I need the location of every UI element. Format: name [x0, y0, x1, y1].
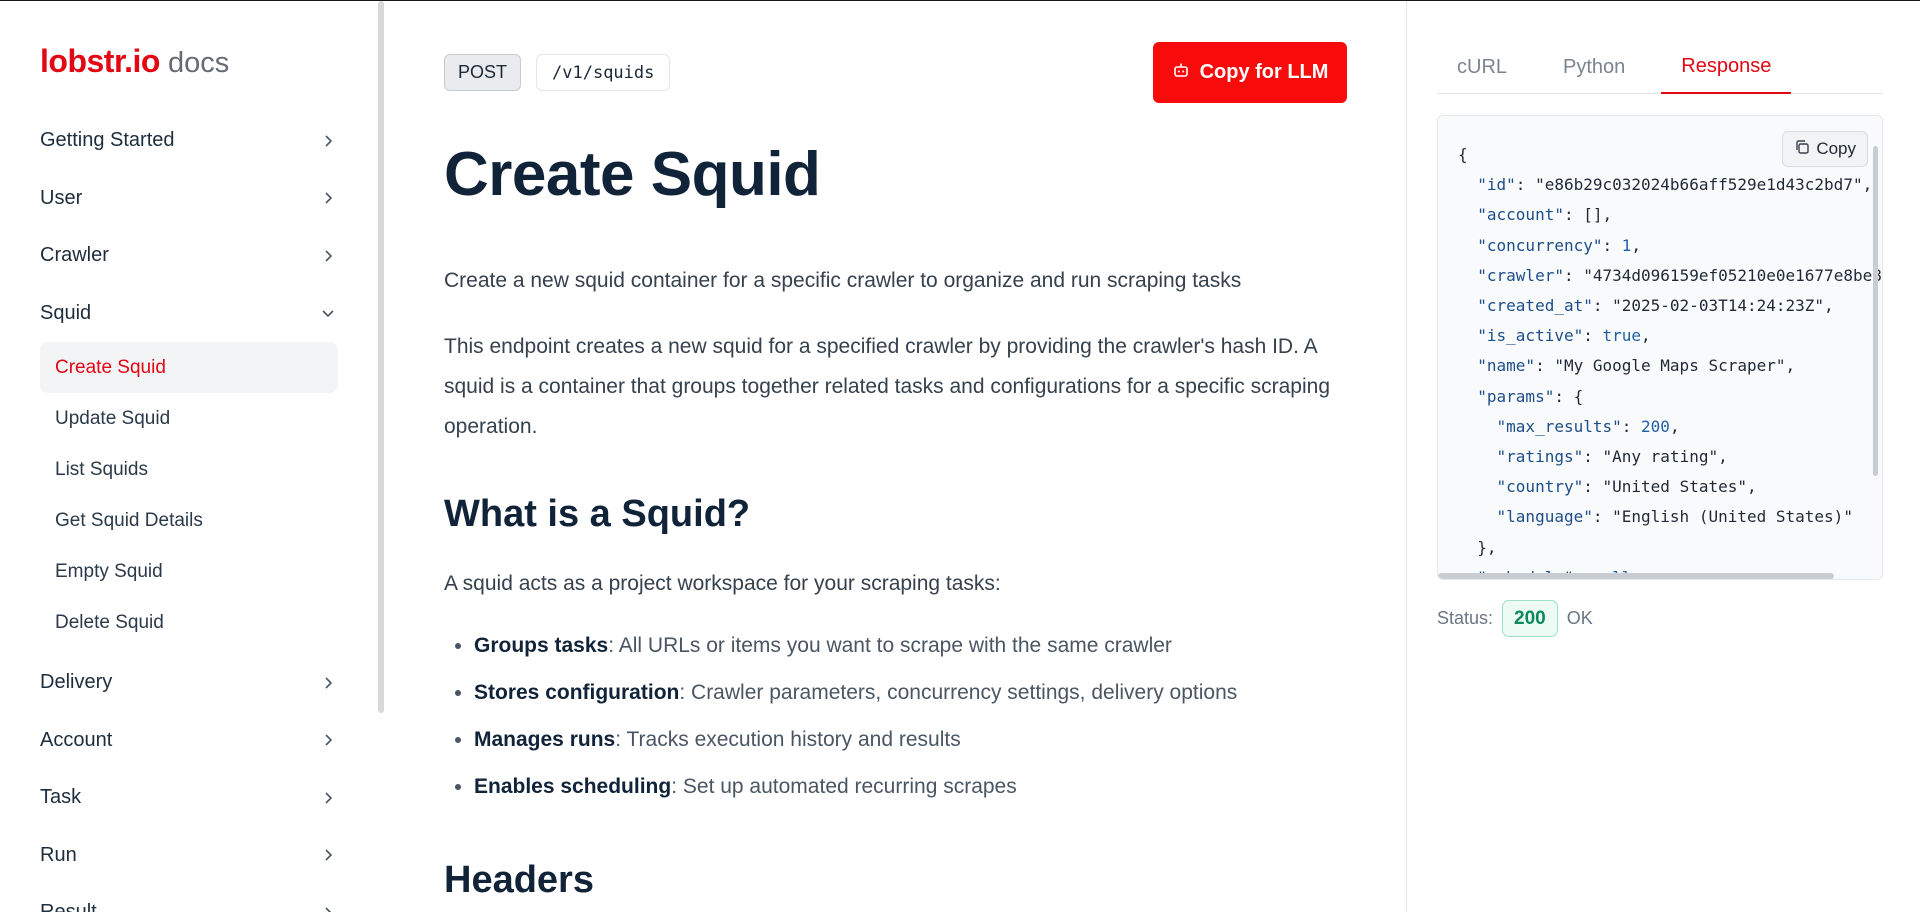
sidebar-item-label: Result	[40, 901, 97, 912]
list-item-text: : Set up automated recurring scrapes	[671, 775, 1017, 798]
sidebar-subitem-get-squid-details[interactable]: Get Squid Details	[40, 495, 338, 546]
tab-response[interactable]: Response	[1661, 41, 1792, 94]
feature-list: Groups tasks: All URLs or items you want…	[474, 631, 1334, 819]
code-line: "id": "e86b29c032024b66aff529e1d43c2bd7"…	[1477, 175, 1873, 195]
list-item-text: : Crawler parameters, concurrency settin…	[679, 681, 1238, 704]
list-item-text: : Tracks execution history and results	[615, 728, 961, 751]
chevron-right-icon	[318, 673, 338, 693]
brand-suffix: docs	[167, 47, 230, 79]
sidebar-item-getting-started[interactable]: Getting Started	[40, 112, 338, 170]
sidebar-subitem-create-squid[interactable]: Create Squid	[40, 342, 338, 393]
status-label: Status:	[1437, 608, 1494, 628]
copy-for-llm-button[interactable]: Copy for LLM	[1153, 42, 1347, 103]
list-item-term: Enables scheduling	[474, 775, 672, 798]
response-status: Status: 200 OK	[1437, 600, 1593, 637]
code-line: "max_results": 200,	[1496, 416, 1680, 436]
sidebar-item-label: Getting Started	[40, 129, 175, 152]
sidebar-item-label: Delivery	[40, 671, 113, 694]
code-line: "language": "English (United States)"	[1496, 507, 1853, 527]
list-item: Enables scheduling: Set up automated rec…	[474, 772, 1334, 819]
list-item: Groups tasks: All URLs or items you want…	[474, 631, 1334, 678]
status-text: OK	[1566, 608, 1593, 628]
sidebar-item-delivery[interactable]: Delivery	[40, 654, 338, 712]
chevron-right-icon	[318, 788, 338, 808]
http-method-badge: POST	[444, 54, 522, 91]
sidebar-item-label: Task	[40, 786, 82, 809]
sidebar-item-run[interactable]: Run	[40, 827, 338, 885]
page-intro: Create a new squid container for a speci…	[444, 269, 1242, 292]
chevron-right-icon	[318, 246, 338, 266]
tab-curl[interactable]: cURL	[1437, 41, 1527, 94]
code-line: "account": [],	[1477, 205, 1613, 225]
endpoint-row: POST /v1/squids	[444, 54, 671, 91]
chevron-right-icon	[318, 903, 338, 912]
list-item-text: : All URLs or items you want to scrape w…	[608, 634, 1172, 657]
sidebar-item-result[interactable]: Result	[40, 884, 338, 912]
section-heading-what-is-squid: What is a Squid?	[444, 493, 751, 535]
code-line: "country": "United States",	[1496, 477, 1757, 497]
sidebar-subitem-empty-squid[interactable]: Empty Squid	[40, 546, 338, 597]
response-code-block[interactable]: { "id": "e86b29c032024b66aff529e1d43c2bd…	[1437, 115, 1883, 580]
sidebar-item-label: Account	[40, 728, 113, 751]
copy-code-label: Copy	[1816, 139, 1856, 158]
tab-python[interactable]: Python	[1543, 41, 1645, 94]
sidebar-item-squid[interactable]: Squid	[40, 285, 338, 343]
sidebar-subitem-update-squid[interactable]: Update Squid	[40, 393, 338, 444]
code-line: "name": "My Google Maps Scraper",	[1477, 356, 1796, 376]
sidebar: lobstr.io docs Getting Started User Craw…	[0, 1, 384, 912]
list-item-term: Stores configuration	[474, 681, 680, 704]
sidebar-item-account[interactable]: Account	[40, 712, 338, 770]
code-line: },	[1458, 537, 1497, 557]
robot-icon	[1172, 61, 1190, 85]
list-item: Stores configuration: Crawler parameters…	[474, 678, 1334, 725]
squid-submenu: Create Squid Update Squid List Squids Ge…	[40, 342, 338, 648]
endpoint-path: /v1/squids	[536, 54, 671, 91]
brand-logo[interactable]: lobstr.io docs	[40, 43, 229, 80]
sidebar-subitem-delete-squid[interactable]: Delete Squid	[40, 597, 338, 648]
list-item-term: Manages runs	[474, 728, 616, 751]
page-title: Create Squid	[444, 140, 821, 209]
sidebar-subitem-list-squids[interactable]: List Squids	[40, 444, 338, 495]
code-line: "concurrency": 1,	[1477, 235, 1642, 255]
list-item: Manages runs: Tracks execution history a…	[474, 725, 1334, 772]
brand-name: lobstr.io	[40, 43, 160, 79]
code-line: "created_at": "2025-02-03T14:24:23Z",	[1477, 296, 1834, 316]
copy-code-button[interactable]: Copy	[1782, 131, 1868, 167]
response-json: { "id": "e86b29c032024b66aff529e1d43c2bd…	[1458, 140, 1882, 579]
code-line: "is_active": true,	[1477, 326, 1651, 346]
sidebar-item-label: User	[40, 186, 83, 209]
sidebar-item-label: Crawler	[40, 244, 109, 267]
chevron-right-icon	[318, 131, 338, 151]
code-vertical-scrollbar[interactable]	[1873, 146, 1878, 476]
copy-icon	[1794, 139, 1810, 160]
status-badge: 200	[1502, 600, 1558, 637]
section-lead: A squid acts as a project workspace for …	[444, 572, 1001, 595]
list-item-term: Groups tasks	[474, 634, 609, 657]
code-horizontal-scrollbar[interactable]	[1438, 573, 1834, 579]
sidebar-item-task[interactable]: Task	[40, 769, 338, 827]
chevron-right-icon	[318, 188, 338, 208]
code-panel: cURL Python Response { "id": "e86b29c032…	[1407, 1, 1920, 912]
main-content: POST /v1/squids Copy for LLM Create Squi…	[444, 1, 1348, 912]
sidebar-item-crawler[interactable]: Crawler	[40, 227, 338, 285]
chevron-right-icon	[318, 730, 338, 750]
sidebar-scrollbar[interactable]	[378, 1, 384, 713]
code-line: "params": {	[1477, 386, 1584, 406]
code-line: "ratings": "Any rating",	[1496, 447, 1728, 467]
sidebar-item-label: Squid	[40, 301, 92, 324]
copy-for-llm-label: Copy for LLM	[1199, 61, 1329, 83]
code-tabs: cURL Python Response	[1437, 41, 1883, 94]
chevron-down-icon	[318, 303, 338, 323]
chevron-right-icon	[318, 845, 338, 865]
sidebar-item-label: Run	[40, 843, 77, 866]
code-line: "crawler": "4734d096159ef05210e0e1677e8b…	[1477, 265, 1882, 285]
sidebar-item-user[interactable]: User	[40, 170, 338, 228]
page-description: This endpoint creates a new squid for a …	[444, 335, 1331, 438]
sidebar-nav: Getting Started User Crawler Squid Creat…	[40, 112, 338, 912]
section-heading-headers: Headers	[444, 859, 594, 901]
code-line: {	[1458, 145, 1468, 164]
